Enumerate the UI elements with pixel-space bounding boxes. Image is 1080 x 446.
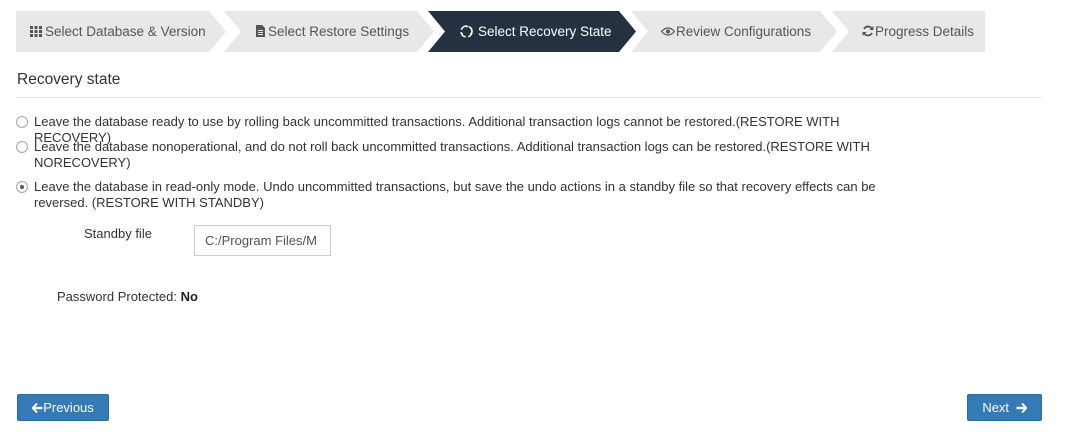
document-icon — [256, 25, 265, 38]
step-select-recovery-state[interactable]: Select Recovery State — [428, 11, 636, 52]
password-protected-value: No — [180, 289, 198, 304]
radio-restore-with-standby[interactable] — [16, 181, 28, 193]
step-label: Progress Details — [875, 24, 975, 39]
next-button[interactable]: Next — [967, 394, 1042, 421]
recycle-icon — [460, 25, 473, 38]
option-label: Leave the database nonoperational, and d… — [34, 139, 870, 170]
step-label: Select Database & Version — [45, 24, 206, 39]
divider — [16, 97, 1042, 98]
step-select-restore-settings[interactable]: Select Restore Settings — [224, 11, 434, 52]
section-title: Recovery state — [17, 71, 121, 88]
previous-label: Previous — [43, 400, 94, 415]
step-label: Select Restore Settings — [268, 24, 410, 39]
standby-file-input[interactable] — [194, 225, 331, 256]
password-protected: Password Protected: No — [57, 289, 198, 304]
standby-file-label: Standby file — [84, 226, 152, 241]
eye-icon — [661, 27, 675, 36]
step-review-configurations[interactable]: Review Configurations — [631, 11, 837, 52]
radio-restore-with-recovery[interactable] — [16, 116, 28, 128]
refresh-icon — [862, 26, 874, 37]
step-progress-details[interactable]: Progress Details — [832, 11, 985, 52]
arrow-right-icon — [1016, 402, 1027, 413]
arrow-left-icon — [32, 402, 43, 413]
wizard-steps: Select Database & Version Select Restore… — [16, 11, 986, 52]
radio-restore-with-norecovery[interactable] — [16, 141, 28, 153]
password-protected-label: Password Protected: — [57, 289, 177, 304]
step-label: Review Configurations — [676, 24, 812, 39]
option-label: Leave the database in read-only mode. Un… — [34, 179, 876, 210]
previous-button[interactable]: Previous — [17, 394, 109, 421]
step-select-database-version[interactable]: Select Database & Version — [16, 11, 226, 52]
next-label: Next — [982, 400, 1010, 415]
step-label: Select Recovery State — [478, 24, 612, 39]
grid-icon — [30, 25, 42, 37]
